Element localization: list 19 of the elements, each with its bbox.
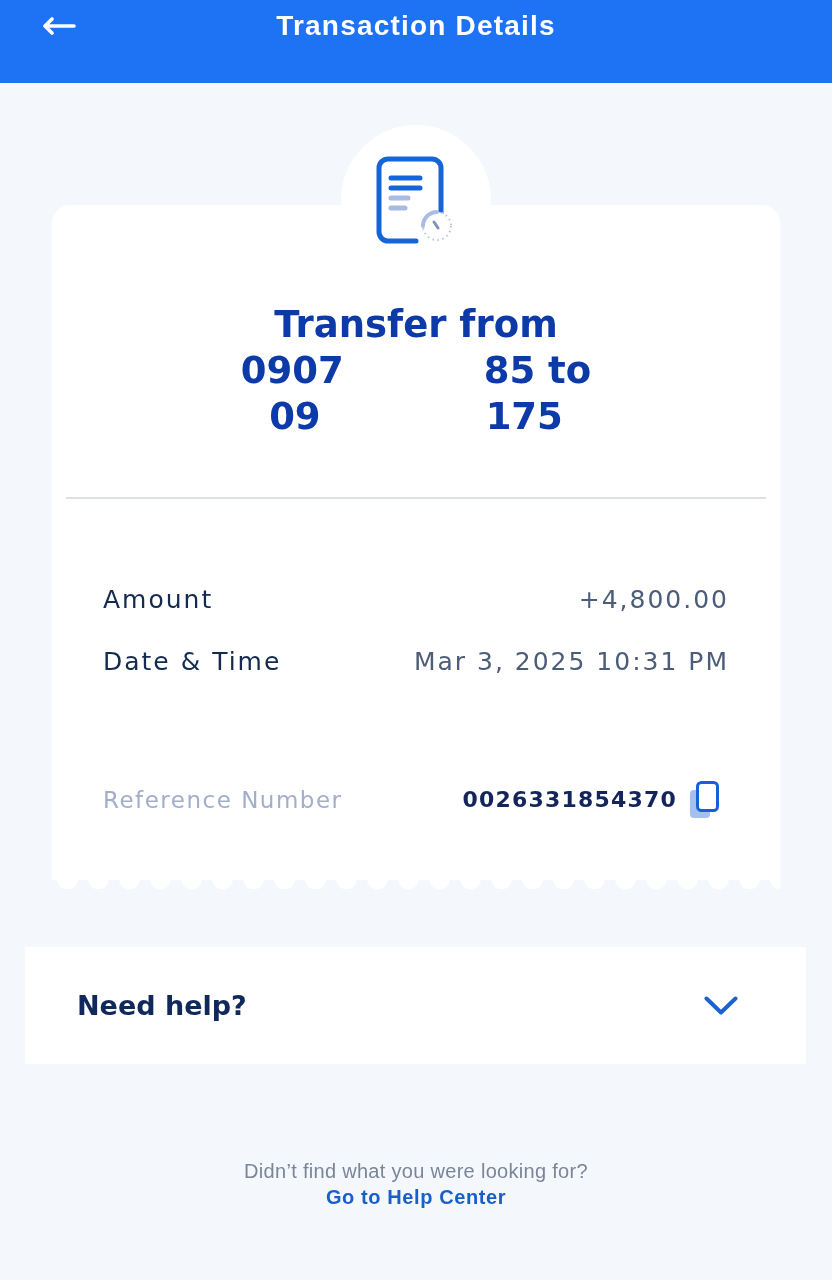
- help-title: Need help?: [77, 988, 247, 1023]
- help-center-link[interactable]: Go to Help Center: [325, 1184, 507, 1210]
- help-accordion[interactable]: Need help?: [25, 947, 806, 1064]
- transfer-title-text: 175: [485, 394, 563, 440]
- back-arrow-icon[interactable]: [42, 17, 76, 35]
- detail-label: Date & Time: [103, 646, 282, 678]
- copy-icon[interactable]: [689, 781, 719, 819]
- transfer-title-text: 85 to: [483, 348, 592, 394]
- help-prompt: Didn’t find what you were looking for?: [244, 1159, 588, 1184]
- transfer-title-text: 0907: [240, 348, 344, 394]
- detail-label: Amount: [103, 584, 214, 616]
- chevron-icon[interactable]: [704, 996, 738, 1015]
- transfer-title-text: 09: [269, 394, 321, 440]
- transfer-title-text: Transfer from: [274, 302, 558, 348]
- detail-value: Mar 3, 2025 10:31 PM: [413, 646, 729, 678]
- detail-value: 0026331854370: [462, 786, 677, 814]
- detail-label: Reference Number: [103, 786, 343, 815]
- detail-value: +4,800.00: [578, 584, 729, 616]
- page-title: Transaction Details: [276, 9, 556, 43]
